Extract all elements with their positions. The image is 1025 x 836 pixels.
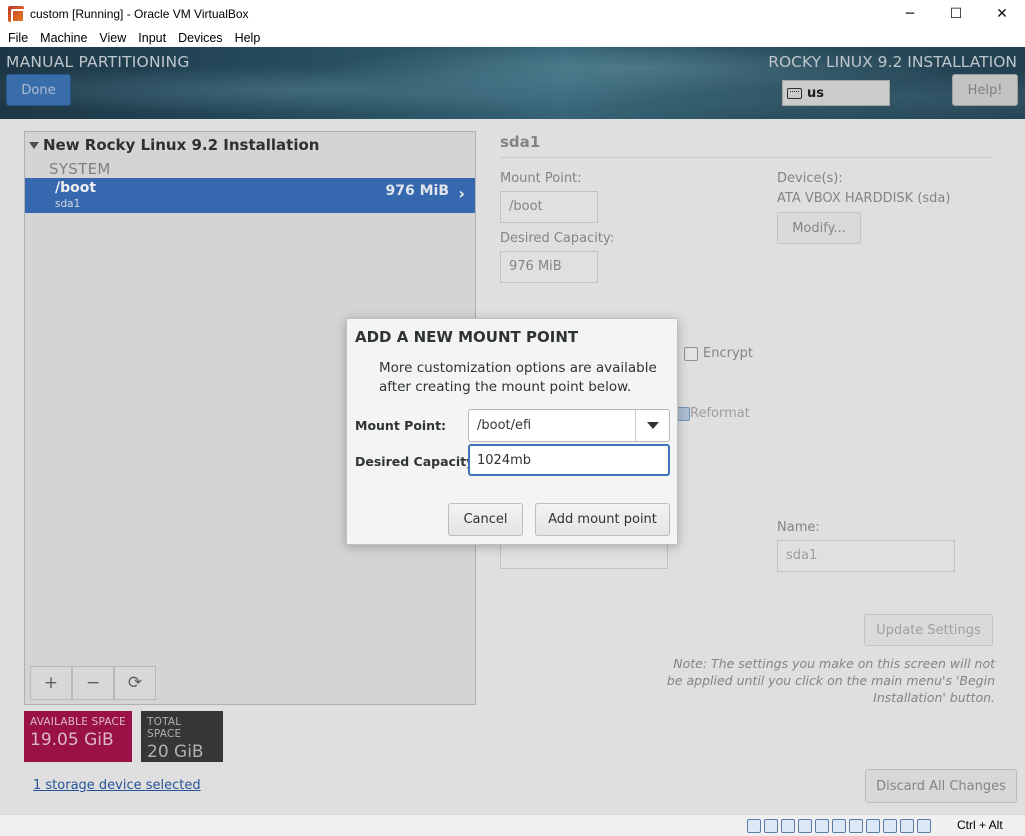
add-mount-point-confirm-button[interactable]: Add mount point xyxy=(535,503,670,536)
hard-disk-icon[interactable] xyxy=(747,819,761,833)
host-key-label: Ctrl + Alt xyxy=(957,818,1003,832)
network-icon[interactable] xyxy=(798,819,812,833)
menu-machine[interactable]: Machine xyxy=(34,31,93,45)
maximize-button[interactable]: ☐ xyxy=(933,0,979,28)
cancel-button[interactable]: Cancel xyxy=(448,503,523,536)
cpu-icon[interactable] xyxy=(883,819,897,833)
minimize-button[interactable]: ─ xyxy=(887,0,933,28)
dialog-capacity-label: Desired Capacity: xyxy=(355,454,480,469)
dropdown-arrow-icon[interactable] xyxy=(635,410,669,441)
virtualbox-icon xyxy=(8,6,25,23)
menu-view[interactable]: View xyxy=(93,31,132,45)
keyboard-capture-icon[interactable] xyxy=(917,819,931,833)
mount-point-value[interactable]: /boot/efi xyxy=(469,410,635,441)
dialog-mount-point-label: Mount Point: xyxy=(355,418,447,433)
menu-bar: File Machine View Input Devices Help xyxy=(0,28,1025,47)
close-button[interactable]: ✕ xyxy=(979,0,1025,28)
display-icon[interactable] xyxy=(849,819,863,833)
menu-devices[interactable]: Devices xyxy=(172,31,228,45)
dialog-description: More customization options are available… xyxy=(379,360,657,395)
audio-icon[interactable] xyxy=(781,819,795,833)
menu-file[interactable]: File xyxy=(2,31,34,45)
recording-icon[interactable] xyxy=(866,819,880,833)
optical-drive-icon[interactable] xyxy=(764,819,778,833)
menu-input[interactable]: Input xyxy=(132,31,172,45)
desired-capacity-input[interactable] xyxy=(468,444,670,476)
vm-screen: MANUAL PARTITIONING ROCKY LINUX 9.2 INST… xyxy=(0,47,1025,814)
usb-icon[interactable] xyxy=(815,819,829,833)
window-titlebar: custom [Running] - Oracle VM VirtualBox … xyxy=(0,0,1025,28)
mount-point-combobox[interactable]: /boot/efi xyxy=(468,409,670,442)
menu-help[interactable]: Help xyxy=(229,31,267,45)
status-icon-tray xyxy=(747,819,931,833)
shared-folders-icon[interactable] xyxy=(832,819,846,833)
vm-status-bar: Ctrl + Alt xyxy=(0,814,1025,836)
window-title: custom [Running] - Oracle VM VirtualBox xyxy=(30,7,249,21)
mouse-integration-icon[interactable] xyxy=(900,819,914,833)
add-mount-point-dialog: ADD A NEW MOUNT POINT More customization… xyxy=(346,318,678,545)
dialog-title: ADD A NEW MOUNT POINT xyxy=(355,328,579,346)
